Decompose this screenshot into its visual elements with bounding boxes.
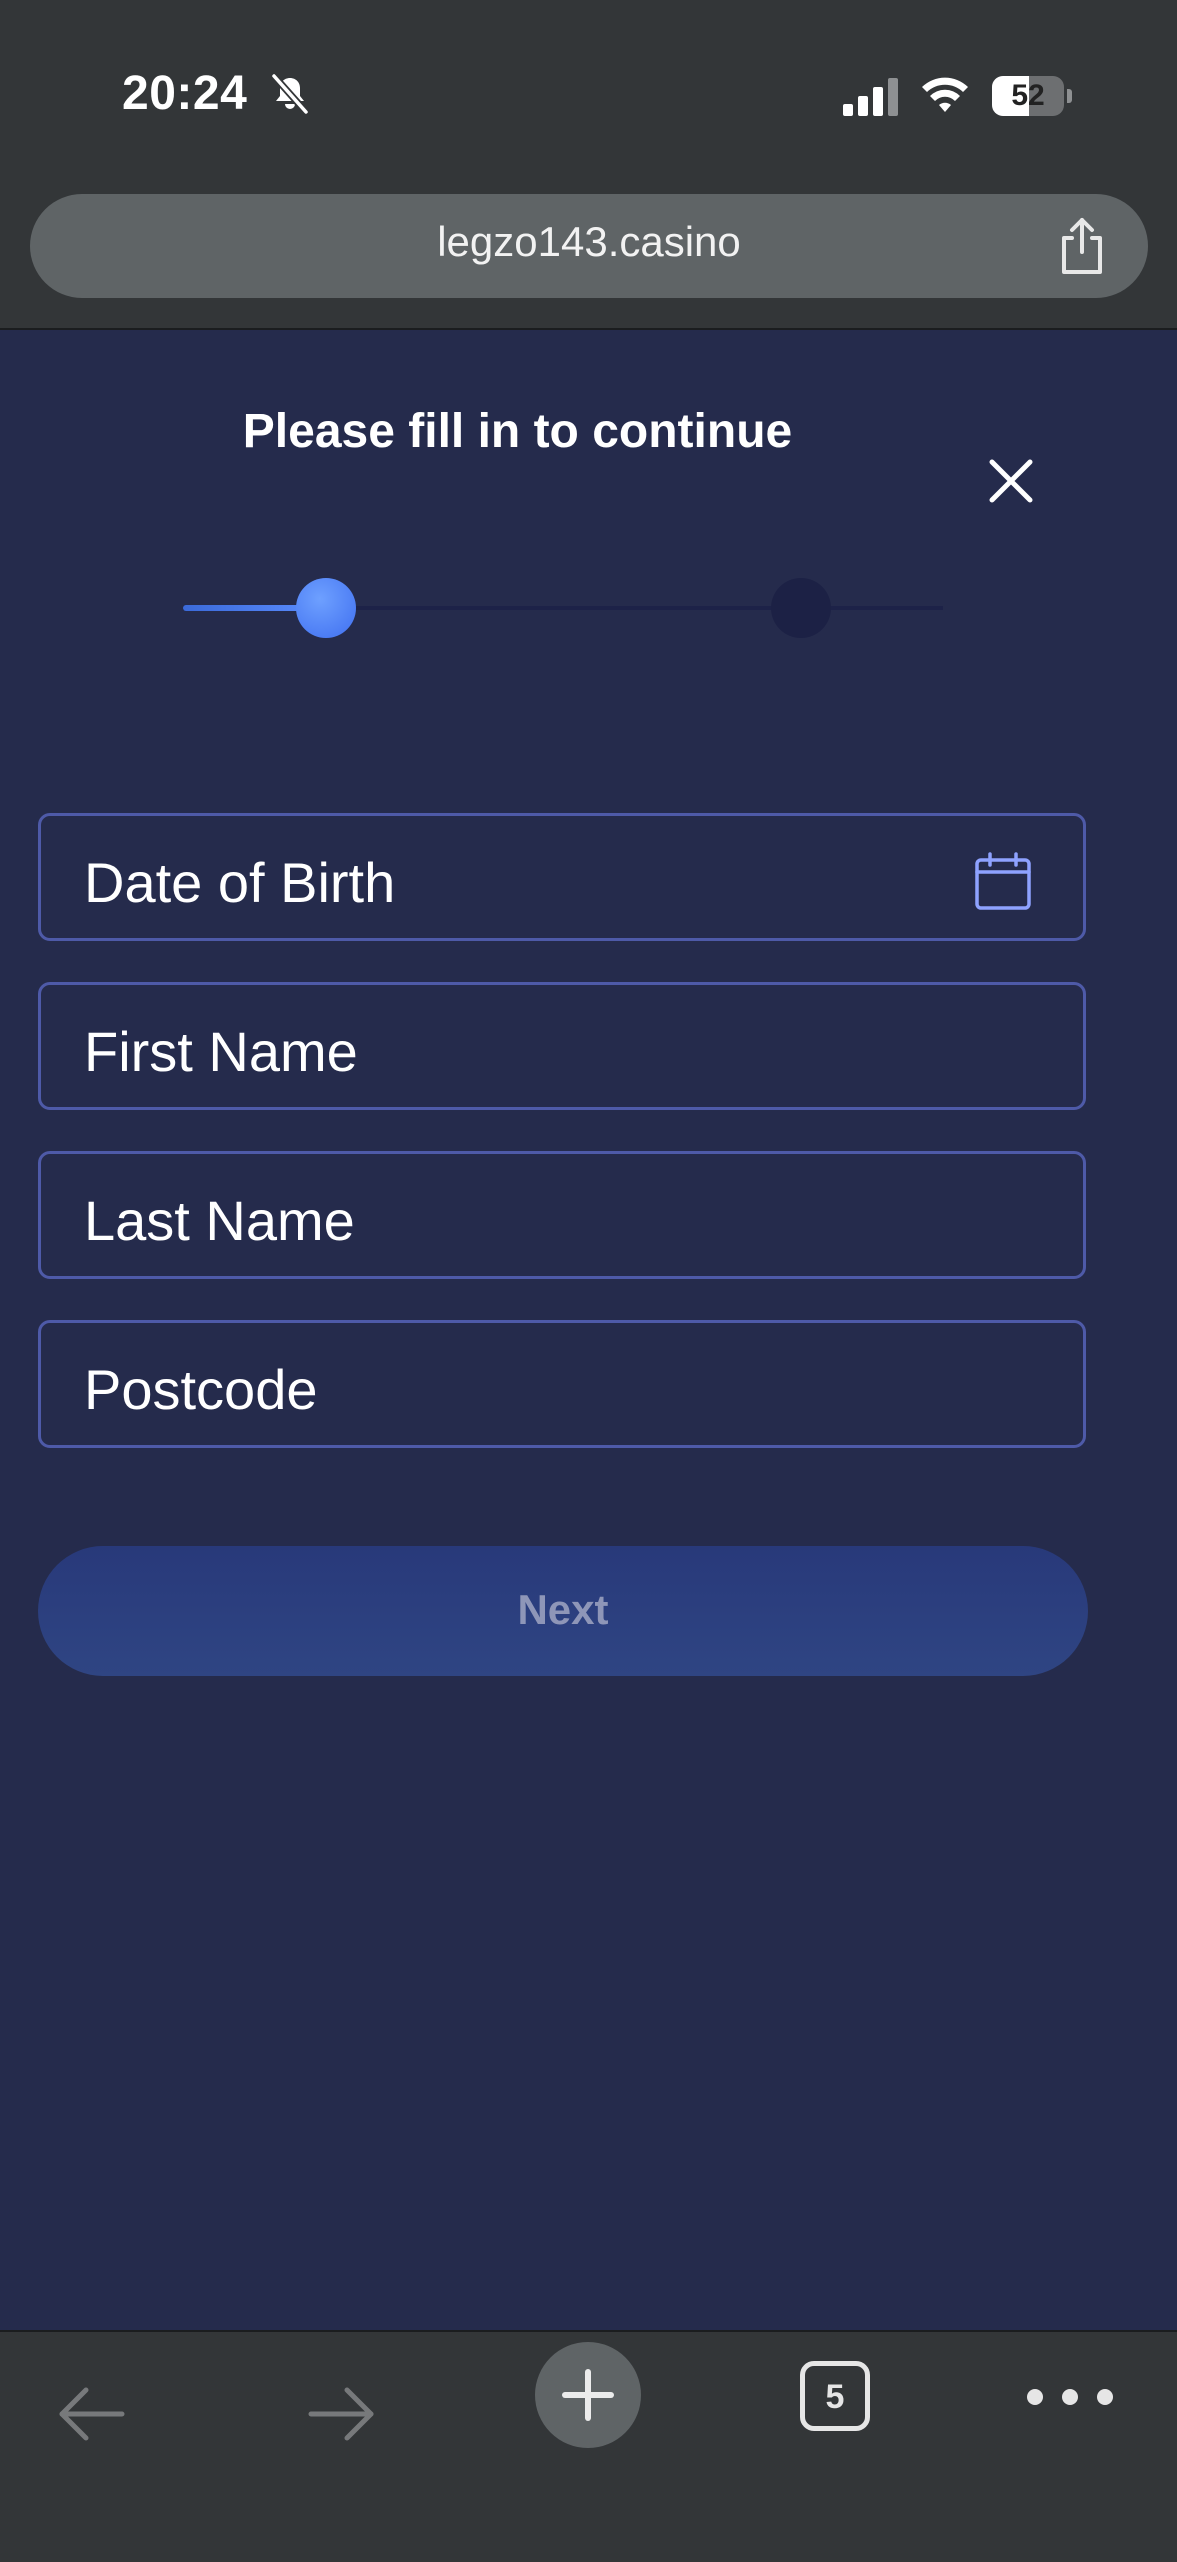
date-of-birth-placeholder: Date of Birth (84, 851, 396, 914)
postcode-placeholder: Postcode (84, 1358, 318, 1421)
plus-icon (562, 2369, 614, 2421)
bell-slash-icon (271, 73, 309, 115)
url-text: legzo143.casino (437, 218, 741, 265)
form-title: Please fill in to continue (242, 405, 793, 458)
forward-arrow-icon[interactable] (305, 2384, 377, 2444)
step-2-indicator (771, 578, 831, 638)
share-icon[interactable] (1054, 216, 1110, 276)
address-bar[interactable]: legzo143.casino (30, 194, 1148, 298)
last-name-field[interactable]: Last Name (38, 1151, 1086, 1279)
battery-level: 52 (1011, 79, 1045, 112)
browser-top-bar: 20:24 52 legzo143.casino (0, 0, 1177, 330)
first-name-placeholder: First Name (84, 1020, 358, 1083)
tabs-icon[interactable]: 5 (800, 2361, 870, 2431)
close-icon[interactable] (978, 448, 1044, 514)
status-time: 20:24 (122, 67, 248, 120)
battery-icon: 52 (992, 76, 1072, 116)
new-tab-button[interactable] (535, 2342, 641, 2448)
step-1-indicator (296, 578, 356, 638)
last-name-placeholder: Last Name (84, 1189, 355, 1252)
next-button[interactable]: Next (38, 1546, 1088, 1676)
wifi-icon (922, 77, 968, 112)
postcode-field[interactable]: Postcode (38, 1320, 1086, 1448)
date-of-birth-field[interactable]: Date of Birth (38, 813, 1086, 941)
more-dots-icon[interactable] (1020, 2380, 1120, 2414)
cellular-signal-icon (843, 78, 898, 116)
first-name-field[interactable]: First Name (38, 982, 1086, 1110)
next-button-label: Next (517, 1586, 609, 1633)
tab-count: 5 (825, 2378, 845, 2416)
calendar-icon[interactable] (973, 852, 1033, 912)
back-arrow-icon[interactable] (56, 2384, 128, 2444)
step-progress (183, 576, 943, 640)
